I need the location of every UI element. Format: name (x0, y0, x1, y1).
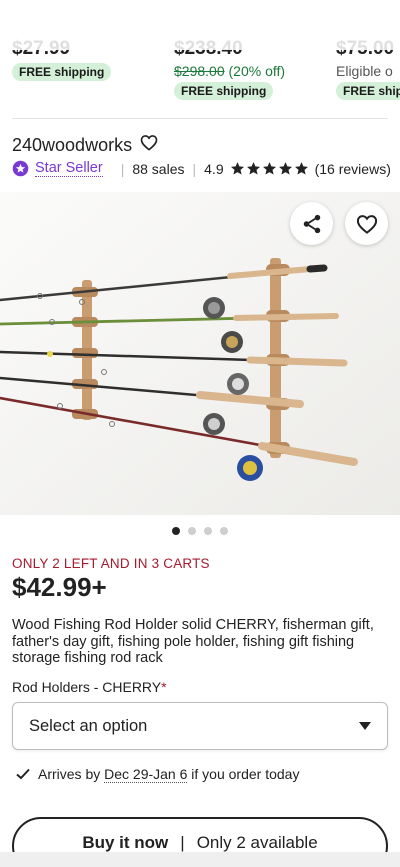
star-icon (278, 162, 292, 175)
free-shipping-badge: FREE shipping (12, 63, 112, 81)
listing-title: Wood Fishing Rod Holder solid CHERRY, fi… (12, 617, 374, 666)
stock-alert: ONLY 2 LEFT AND IN 3 CARTS (12, 556, 210, 571)
star-icon (294, 162, 308, 175)
image-pagination (0, 527, 400, 535)
pagination-dot[interactable] (220, 527, 228, 535)
listing-price: $42.99+ (12, 572, 107, 602)
buy-separator: | (180, 833, 185, 852)
share-button[interactable] (290, 202, 333, 245)
pagination-dot[interactable] (172, 527, 180, 535)
variant-label: Rod Holders - CHERRY* (12, 679, 167, 695)
recommended-strip: $27.99 FREE shipping $238.40 $298.00 (20… (0, 0, 400, 112)
pagination-dot[interactable] (204, 527, 212, 535)
arrives-dates[interactable]: Dec 29-Jan 6 (104, 766, 188, 783)
heart-icon (356, 214, 377, 234)
fishing-rod-rack-illustration (0, 192, 400, 515)
variant-label-text: Rod Holders - CHERRY (12, 679, 162, 695)
recommended-original-price: $298.00 (20% off) (174, 63, 285, 79)
select-placeholder: Select an option (29, 716, 148, 735)
star-icon (262, 162, 276, 175)
dropdown-arrow-icon (359, 722, 371, 730)
favorite-shop-heart-icon[interactable] (140, 134, 158, 156)
stat-separator: | (192, 160, 197, 177)
listing-image[interactable] (0, 192, 400, 515)
header-overlay (0, 0, 400, 50)
star-seller-badge[interactable]: Star Seller (12, 160, 103, 177)
pagination-dot[interactable] (188, 527, 196, 535)
star-seller-label: Star Seller (35, 160, 103, 177)
original-price: $298.00 (174, 63, 225, 79)
bottom-bar (0, 852, 400, 867)
share-icon (303, 214, 320, 233)
buy-availability: Only 2 available (196, 833, 318, 852)
free-shipping-badge: FREE shipp (336, 82, 400, 100)
section-divider (12, 118, 388, 119)
star-icon (230, 162, 244, 175)
star-icon (246, 162, 260, 175)
seller-stats-row: Star Seller | 88 sales | 4.9 (16 reviews… (12, 160, 391, 177)
arrives-prefix: Arrives by (38, 766, 101, 782)
checkmark-icon (16, 768, 30, 780)
favorite-button[interactable] (345, 202, 388, 245)
required-mark: * (161, 679, 167, 695)
star-seller-icon (12, 160, 29, 177)
shop-name[interactable]: 240woodworks (12, 135, 132, 156)
sales-count: 88 sales (132, 160, 185, 177)
recommended-eligible-text: Eligible o (336, 63, 393, 79)
delivery-estimate: Arrives by Dec 29-Jan 6 if you order tod… (16, 766, 300, 783)
rating-stars (230, 161, 309, 176)
reviews-link[interactable]: (16 reviews) (315, 161, 391, 177)
discount-percent: (20% off) (228, 63, 286, 79)
stat-separator: | (120, 160, 125, 177)
shop-name-row[interactable]: 240woodworks (12, 134, 158, 156)
free-shipping-badge: FREE shipping (174, 82, 274, 100)
variant-select[interactable]: Select an option (12, 702, 388, 750)
buy-label: Buy it now (82, 833, 169, 852)
rating-value: 4.9 (204, 160, 224, 177)
arrives-suffix: if you order today (191, 766, 300, 782)
